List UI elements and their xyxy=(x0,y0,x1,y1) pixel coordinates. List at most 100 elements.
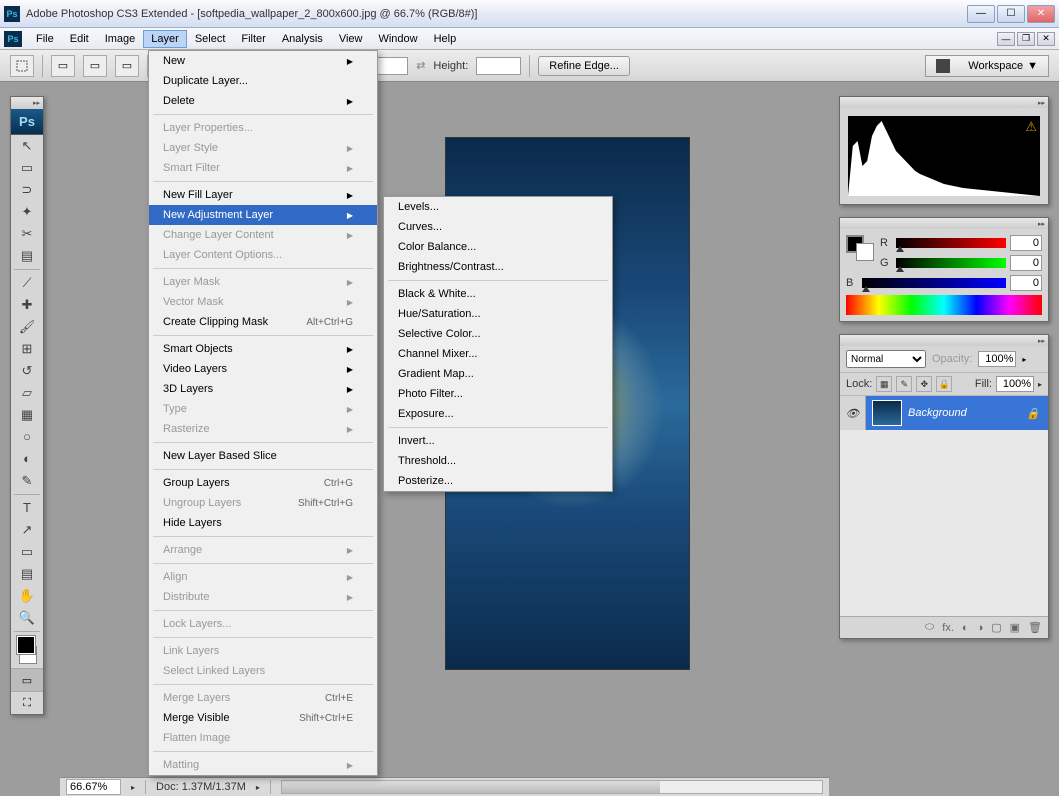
dodge-tool[interactable]: ◐ xyxy=(11,448,43,470)
height-input[interactable] xyxy=(476,57,521,75)
standard-mode-icon[interactable]: ▭ xyxy=(11,669,43,691)
menuitem-merge-visible[interactable]: Merge VisibleShift+Ctrl+E xyxy=(149,708,377,728)
menu-select[interactable]: Select xyxy=(187,30,234,48)
menuitem-delete[interactable]: Delete▶ xyxy=(149,91,377,111)
channel-R-input[interactable] xyxy=(1010,235,1042,251)
menu-filter[interactable]: Filter xyxy=(233,30,273,48)
menuitem-brightness-contrast[interactable]: Brightness/Contrast... xyxy=(384,257,612,277)
panel-collapse-button[interactable]: ▸▸ xyxy=(840,97,1048,108)
menuitem-exposure[interactable]: Exposure... xyxy=(384,404,612,424)
channel-B-input[interactable] xyxy=(1010,275,1042,291)
eraser-tool[interactable]: ▱ xyxy=(11,382,43,404)
blur-tool[interactable]: ○ xyxy=(11,426,43,448)
maximize-button[interactable]: ☐ xyxy=(997,5,1025,23)
menu-layer[interactable]: Layer xyxy=(143,30,187,48)
visibility-icon[interactable]: 👁 xyxy=(840,396,866,430)
screen-mode-icon[interactable]: ⛶ xyxy=(11,692,43,714)
marquee-tool[interactable]: ▭ xyxy=(11,157,43,179)
menu-help[interactable]: Help xyxy=(426,30,465,48)
menuitem-new-layer-based-slice[interactable]: New Layer Based Slice xyxy=(149,446,377,466)
toolbox-header[interactable]: ▸▸ xyxy=(11,97,43,109)
menuitem-color-balance[interactable]: Color Balance... xyxy=(384,237,612,257)
menu-view[interactable]: View xyxy=(331,30,371,48)
lock-transparency-icon[interactable]: ▦ xyxy=(876,376,892,392)
eyedrop-tool[interactable]: ⟋ xyxy=(11,272,43,294)
move-tool[interactable]: ↖ xyxy=(11,135,43,157)
refine-edge-button[interactable]: Refine Edge... xyxy=(538,56,630,76)
mask-icon[interactable]: ◐ xyxy=(962,622,969,634)
foreground-color[interactable] xyxy=(17,636,35,654)
link-layers-icon[interactable]: ⬭ xyxy=(925,621,934,634)
zoom-input[interactable] xyxy=(66,779,121,795)
notes-tool[interactable]: ▤ xyxy=(11,563,43,585)
wand-tool[interactable]: ✦ xyxy=(11,201,43,223)
brush-tool[interactable]: 🖌 xyxy=(11,316,43,338)
lasso-tool[interactable]: ⊃ xyxy=(11,179,43,201)
pen-tool[interactable]: ✎ xyxy=(11,470,43,492)
menuitem-hide-layers[interactable]: Hide Layers xyxy=(149,513,377,533)
menuitem-new[interactable]: New▶ xyxy=(149,51,377,71)
lock-pixels-icon[interactable]: ✎ xyxy=(896,376,912,392)
menuitem-group-layers[interactable]: Group LayersCtrl+G xyxy=(149,473,377,493)
zoom-arrow-icon[interactable]: ▸ xyxy=(131,783,135,792)
path-tool[interactable]: ↗ xyxy=(11,519,43,541)
minimize-button[interactable]: — xyxy=(967,5,995,23)
doc-restore-button[interactable]: ❐ xyxy=(1017,32,1035,46)
menuitem-new-fill-layer[interactable]: New Fill Layer▶ xyxy=(149,185,377,205)
menuitem-invert[interactable]: Invert... xyxy=(384,431,612,451)
menuitem-gradient-map[interactable]: Gradient Map... xyxy=(384,364,612,384)
doc-info-arrow-icon[interactable]: ▸ xyxy=(256,783,260,792)
stamp-tool[interactable]: ⊞ xyxy=(11,338,43,360)
fill-flyout-icon[interactable]: ▸ xyxy=(1038,380,1042,389)
menuitem-smart-objects[interactable]: Smart Objects▶ xyxy=(149,339,377,359)
menuitem-curves[interactable]: Curves... xyxy=(384,217,612,237)
color-spectrum[interactable] xyxy=(846,295,1042,315)
doc-close-button[interactable]: ✕ xyxy=(1037,32,1055,46)
ps-menu-icon[interactable]: Ps xyxy=(4,31,22,47)
close-button[interactable]: ✕ xyxy=(1027,5,1055,23)
shape-tool[interactable]: ▭ xyxy=(11,541,43,563)
menuitem-new-adjustment-layer[interactable]: New Adjustment Layer▶ xyxy=(149,205,377,225)
zoom-tool[interactable]: 🔍 xyxy=(11,607,43,629)
color-bg-swatch[interactable] xyxy=(856,243,874,261)
trash-icon[interactable]: 🗑 xyxy=(1028,621,1042,634)
channel-G-input[interactable] xyxy=(1010,255,1042,271)
selection-add-icon[interactable]: ▭ xyxy=(83,55,107,77)
selection-new-icon[interactable]: ▭ xyxy=(51,55,75,77)
hand-tool[interactable]: ✋ xyxy=(11,585,43,607)
menuitem-selective-color[interactable]: Selective Color... xyxy=(384,324,612,344)
doc-minimize-button[interactable]: — xyxy=(997,32,1015,46)
menu-edit[interactable]: Edit xyxy=(62,30,97,48)
menu-image[interactable]: Image xyxy=(97,30,144,48)
menuitem-black-white[interactable]: Black & White... xyxy=(384,284,612,304)
channel-R-slider[interactable] xyxy=(896,238,1006,248)
menuitem-create-clipping-mask[interactable]: Create Clipping MaskAlt+Ctrl+G xyxy=(149,312,377,332)
layer-thumbnail[interactable] xyxy=(872,400,902,426)
fx-icon[interactable]: fx. xyxy=(942,622,954,634)
adjustment-icon[interactable]: ◑ xyxy=(977,622,984,634)
fill-input[interactable] xyxy=(996,376,1034,392)
menuitem-posterize[interactable]: Posterize... xyxy=(384,471,612,491)
new-layer-icon[interactable]: ▣ xyxy=(1010,621,1020,634)
opacity-flyout-icon[interactable]: ▸ xyxy=(1022,355,1026,364)
channel-G-slider[interactable] xyxy=(896,258,1006,268)
menuitem-levels[interactable]: Levels... xyxy=(384,197,612,217)
menuitem-hue-saturation[interactable]: Hue/Saturation... xyxy=(384,304,612,324)
menuitem-photo-filter[interactable]: Photo Filter... xyxy=(384,384,612,404)
crop-tool[interactable]: ✂ xyxy=(11,223,43,245)
heal-tool[interactable]: ✚ xyxy=(11,294,43,316)
lock-position-icon[interactable]: ✥ xyxy=(916,376,932,392)
slice-tool[interactable]: ▤ xyxy=(11,245,43,267)
blend-mode-select[interactable]: Normal xyxy=(846,350,926,368)
menu-analysis[interactable]: Analysis xyxy=(274,30,331,48)
channel-B-slider[interactable] xyxy=(862,278,1006,288)
lock-all-icon[interactable]: 🔒 xyxy=(936,376,952,392)
panel-collapse-button[interactable]: ▸▸ xyxy=(840,218,1048,229)
type-tool[interactable]: T xyxy=(11,497,43,519)
layer-name[interactable]: Background xyxy=(908,407,967,419)
history-tool[interactable]: ↺ xyxy=(11,360,43,382)
menuitem-channel-mixer[interactable]: Channel Mixer... xyxy=(384,344,612,364)
swap-icon[interactable]: ⇄ xyxy=(416,59,425,72)
color-swatches[interactable] xyxy=(15,636,39,664)
layer-row[interactable]: 👁 Background 🔒 xyxy=(840,396,1048,430)
